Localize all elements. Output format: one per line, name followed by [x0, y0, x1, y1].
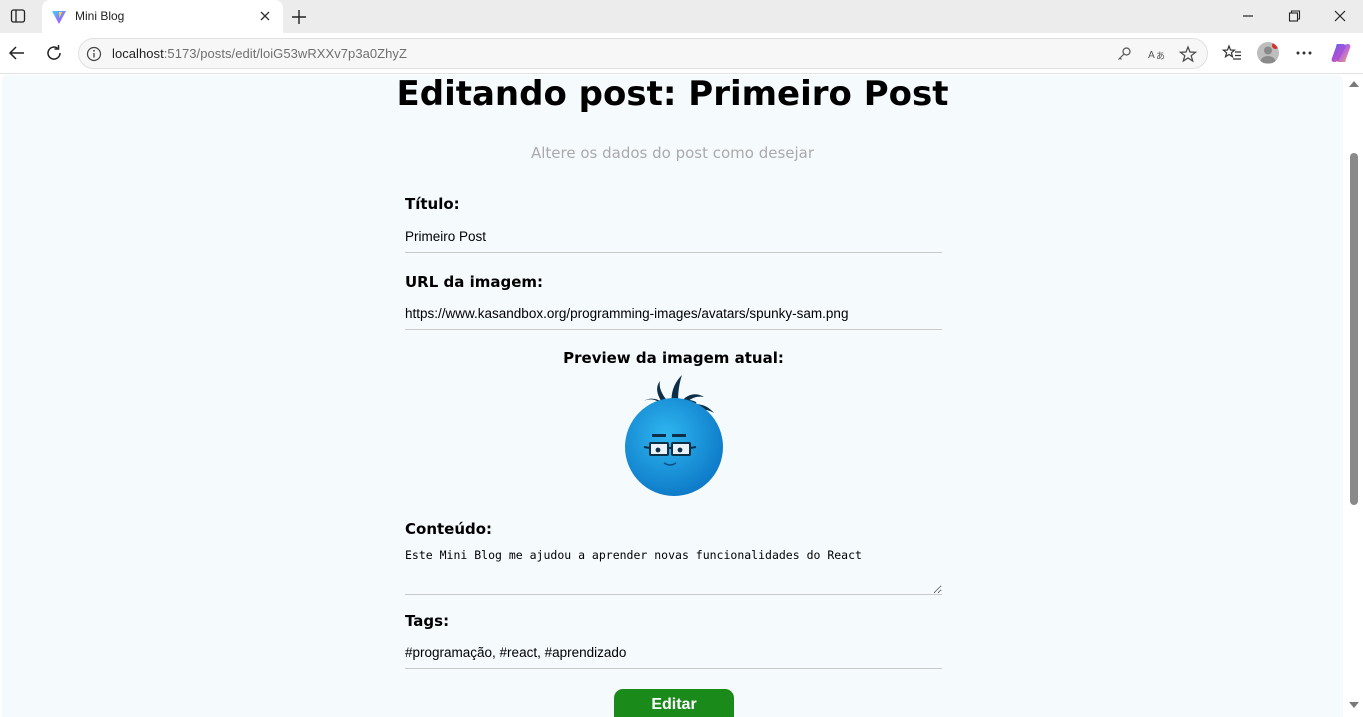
star-icon[interactable]	[1178, 45, 1198, 63]
vertical-scrollbar[interactable]	[1345, 75, 1363, 717]
favorites-icon[interactable]	[1221, 43, 1242, 63]
address-bar[interactable]: localhost:5173/posts/edit/loiG53wRXXv7p3…	[78, 38, 1208, 69]
tags-label: Tags:	[405, 612, 450, 630]
back-arrow-icon[interactable]	[7, 43, 27, 63]
url-path: :5173/posts/edit/loiG53wRXXv7p3a0ZhyZ	[163, 46, 407, 61]
image-preview	[622, 371, 726, 499]
page-subtitle: Altere os dados do post como desejar	[530, 144, 815, 162]
edit-submit-button[interactable]: Editar	[614, 689, 734, 717]
browser-toolbar: localhost:5173/posts/edit/loiG53wRXXv7p3…	[0, 33, 1363, 74]
page-title: Editando post: Primeiro Post	[396, 75, 949, 114]
url-host: localhost	[112, 46, 164, 61]
scroll-up-arrow-icon[interactable]	[1349, 81, 1359, 87]
svg-text:A: A	[1148, 50, 1155, 61]
edit-post-page: Editando post: Primeiro Post Altere os d…	[2, 75, 1343, 717]
sidebar-icon[interactable]	[6, 5, 30, 27]
url-text[interactable]: localhost:5173/posts/edit/loiG53wRXXv7p3…	[112, 46, 407, 61]
browser-titlebar: Mini Blog	[0, 0, 1363, 33]
plus-icon[interactable]	[288, 6, 310, 28]
restore-icon[interactable]	[1283, 5, 1305, 27]
page-viewport: Editando post: Primeiro Post Altere os d…	[0, 75, 1363, 717]
tab-title: Mini Blog	[75, 9, 125, 23]
info-icon[interactable]	[86, 46, 102, 62]
scrollbar-thumb[interactable]	[1350, 153, 1358, 505]
copilot-icon[interactable]	[1330, 42, 1352, 64]
image-url-input[interactable]	[405, 298, 942, 330]
key-icon[interactable]	[1115, 45, 1133, 63]
browser-tab[interactable]: Mini Blog	[42, 0, 283, 33]
close-icon[interactable]	[257, 8, 273, 24]
scroll-down-arrow-icon[interactable]	[1349, 702, 1359, 708]
svg-text:あ: あ	[1156, 51, 1165, 62]
minimize-icon[interactable]	[1237, 5, 1259, 27]
content-textarea[interactable]: Este Mini Blog me ajudou a aprender nova…	[405, 548, 942, 595]
more-icon[interactable]	[1294, 43, 1314, 63]
translate-icon[interactable]: Aあ	[1147, 45, 1165, 63]
vite-logo-icon	[51, 9, 67, 25]
title-input[interactable]	[405, 221, 942, 253]
close-window-icon[interactable]	[1329, 5, 1351, 27]
reload-icon[interactable]	[44, 43, 64, 63]
image-preview-label: Preview da imagem atual:	[563, 349, 784, 367]
notification-dot	[1272, 42, 1279, 49]
title-label: Título:	[405, 195, 460, 213]
profile-avatar-icon[interactable]	[1257, 42, 1279, 64]
content-label: Conteúdo:	[405, 520, 493, 538]
image-url-label: URL da imagem:	[405, 273, 544, 291]
tags-input[interactable]	[405, 637, 942, 669]
